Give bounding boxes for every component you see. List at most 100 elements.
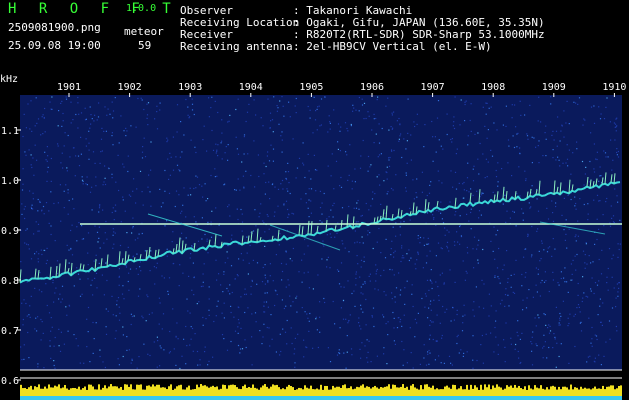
noise-dot [499, 282, 501, 284]
noise-dot [395, 235, 397, 237]
noise-dot [366, 339, 368, 341]
noise-dot [442, 305, 444, 308]
noise-dot [315, 318, 317, 320]
noise-dot [141, 151, 144, 153]
noise-dot [614, 188, 616, 190]
noise-dot [183, 134, 185, 136]
noise-dot [294, 362, 296, 364]
noise-dot [505, 322, 507, 324]
noise-dot [550, 103, 552, 105]
noise-dot [608, 320, 611, 322]
noise-dot [599, 166, 601, 168]
noise-dot [617, 156, 620, 158]
activity-bar-base [86, 396, 88, 400]
noise-dot [321, 221, 323, 223]
noise-dot [149, 191, 151, 193]
noise-dot [408, 249, 410, 251]
noise-dot [501, 299, 503, 301]
noise-dot [606, 97, 608, 99]
noise-dot [340, 186, 343, 188]
noise-dot [568, 149, 570, 151]
noise-dot [543, 313, 545, 315]
noise-dot [95, 272, 98, 274]
noise-dot [361, 104, 364, 106]
noise-dot [599, 118, 602, 120]
noise-dot [301, 281, 303, 283]
noise-dot [361, 214, 363, 217]
noise-dot [505, 221, 507, 223]
noise-dot [618, 282, 620, 284]
noise-dot [28, 149, 30, 151]
activity-bar-base [422, 396, 424, 400]
noise-dot [421, 191, 423, 193]
noise-dot [43, 249, 45, 251]
noise-dot [591, 345, 593, 347]
noise-dot [330, 175, 332, 177]
noise-dot [391, 292, 393, 294]
noise-dot [67, 213, 69, 215]
noise-dot [176, 104, 179, 106]
noise-dot [290, 327, 292, 329]
noise-dot [558, 159, 560, 161]
noise-dot [393, 252, 395, 254]
noise-dot [98, 211, 100, 213]
noise-dot [73, 208, 75, 210]
activity-bar-base [390, 396, 392, 400]
noise-dot [101, 150, 103, 152]
noise-dot [186, 345, 188, 347]
noise-dot [466, 272, 468, 274]
noise-dot [378, 227, 380, 230]
noise-dot [159, 365, 161, 367]
noise-dot [363, 118, 365, 120]
noise-dot [111, 135, 113, 137]
noise-dot [56, 272, 58, 275]
noise-dot [372, 191, 374, 193]
noise-dot [332, 300, 334, 303]
noise-dot [603, 118, 606, 120]
noise-dot [172, 169, 175, 171]
noise-dot [567, 194, 569, 196]
noise-dot [308, 216, 310, 218]
noise-dot [309, 117, 311, 119]
noise-dot [437, 242, 440, 244]
noise-dot [609, 121, 611, 123]
noise-dot [572, 259, 574, 261]
noise-dot [117, 297, 120, 299]
noise-dot [555, 130, 558, 132]
activity-bar-base [616, 396, 618, 400]
noise-dot [513, 292, 516, 294]
activity-bar-base [98, 396, 100, 400]
noise-dot [390, 254, 392, 256]
noise-dot [223, 273, 225, 275]
activity-bar-base [380, 396, 382, 400]
noise-dot [87, 331, 89, 333]
noise-dot [65, 96, 67, 98]
noise-dot [47, 155, 49, 157]
noise-dot [486, 137, 488, 139]
noise-dot [617, 243, 619, 245]
noise-dot [498, 247, 500, 250]
noise-dot [289, 116, 291, 118]
noise-dot [374, 288, 376, 290]
noise-dot [526, 135, 529, 137]
activity-bar-base [210, 396, 212, 400]
noise-dot [272, 148, 275, 150]
noise-dot [141, 232, 143, 235]
noise-dot [370, 361, 372, 363]
noise-dot [333, 188, 335, 190]
noise-dot [115, 330, 117, 332]
noise-dot [86, 176, 88, 178]
noise-dot [354, 168, 356, 170]
x-tick-label: 1905 [299, 82, 323, 93]
noise-dot [567, 325, 569, 327]
activity-bar-base [66, 396, 68, 400]
noise-dot [551, 200, 553, 202]
noise-dot [122, 199, 124, 201]
noise-dot [344, 122, 347, 124]
noise-dot [93, 338, 95, 340]
info-key-antenna: Receiving antenna [180, 40, 293, 53]
noise-dot [367, 230, 369, 232]
noise-dot [173, 262, 175, 265]
noise-dot [89, 106, 91, 108]
noise-dot [382, 314, 384, 316]
